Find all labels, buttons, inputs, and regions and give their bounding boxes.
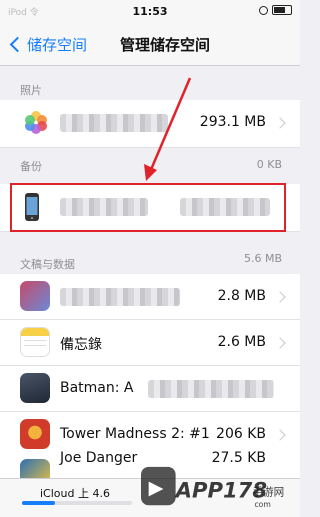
app-icon-blurred (20, 281, 50, 311)
chevron-right-icon (274, 429, 286, 441)
docs-total-size: 5.6 MB (243, 252, 282, 265)
app-name: Joe Danger (60, 450, 138, 466)
app-name: Batman: A (60, 380, 134, 396)
list-item-app[interactable]: Batman: A (0, 366, 300, 412)
app-size: 206 KB (216, 426, 266, 442)
watermark-domain: com (254, 500, 270, 509)
batman-icon (20, 373, 50, 403)
watermark-suffix: 手游网 (253, 486, 285, 499)
svg-text:▶: ▶ (149, 476, 164, 499)
blurred-app-name-rest (148, 380, 274, 398)
app-size: 2.8 MB (217, 288, 266, 304)
app-name: Tower Madness 2: #1 (60, 426, 210, 442)
icloud-progress-bar (22, 501, 132, 505)
notes-icon (20, 327, 50, 357)
app178-watermark-logo: ▶ APP178 手游网 com (141, 466, 285, 509)
icloud-usage-label: iCloud 上 4.6 (40, 487, 110, 500)
blurred-app-name (60, 288, 180, 306)
tower-madness-icon (20, 419, 50, 449)
list-item-app[interactable]: 備忘錄 2.6 MB (0, 320, 300, 366)
list-item-app[interactable]: 2.8 MB (0, 274, 300, 320)
chevron-right-icon (274, 337, 286, 349)
app-name: 備忘錄 (60, 337, 102, 353)
section-header-docs: 文稿与数据 (20, 258, 75, 271)
chevron-right-icon (274, 291, 286, 303)
app-size: 2.6 MB (217, 334, 266, 350)
